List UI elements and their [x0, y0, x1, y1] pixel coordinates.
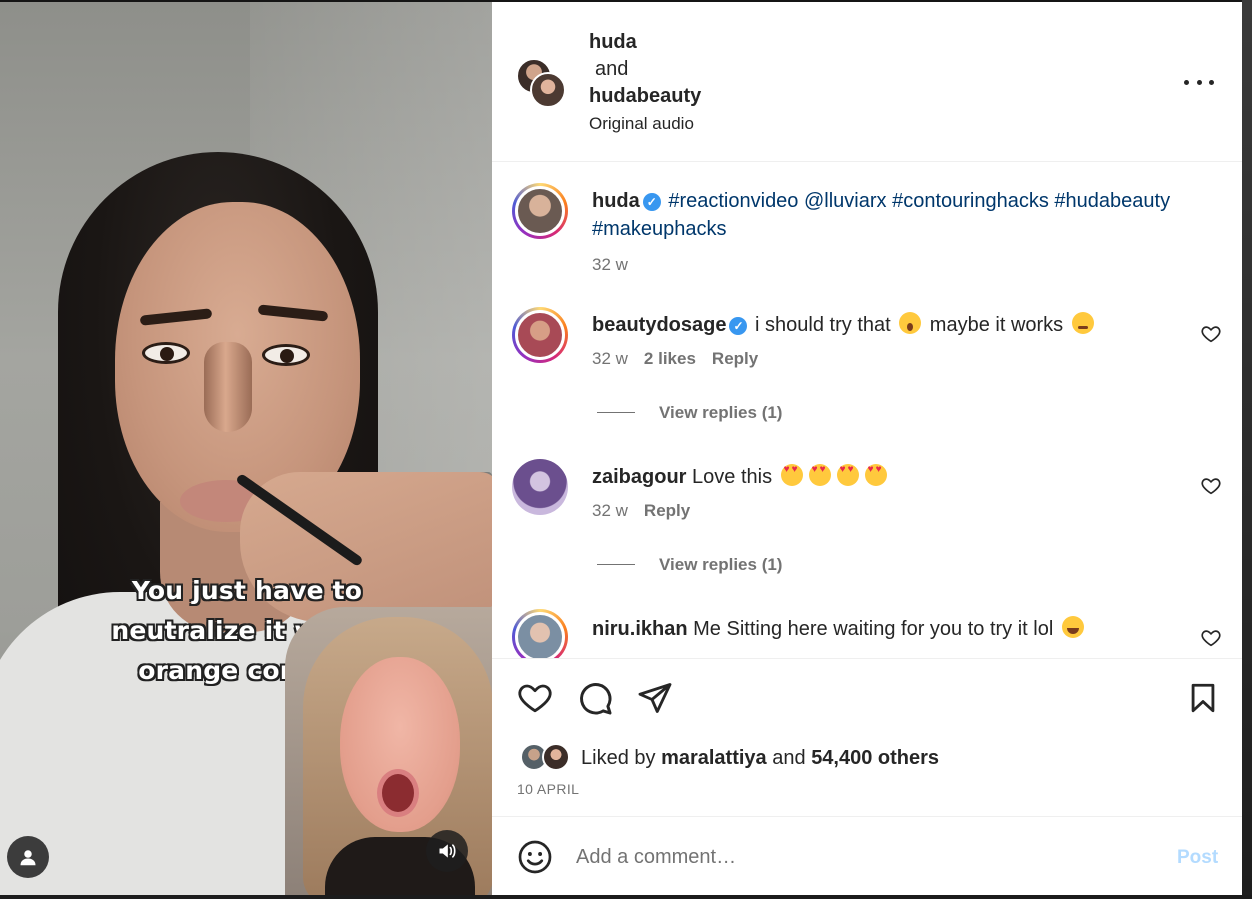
comment-bubble-icon[interactable] [576, 679, 614, 717]
comment-body: Love this [692, 466, 773, 488]
view-replies-label: View replies (1) [659, 403, 783, 422]
liked-by-prefix: Liked by [581, 747, 656, 769]
like-comment-heart-icon[interactable] [1200, 627, 1222, 649]
caption-avatar[interactable] [512, 183, 568, 239]
collab-avatars[interactable] [516, 58, 568, 110]
comment-text: beautydosage ✓ i should try that maybe it… [592, 311, 1182, 339]
video-subject-eye [262, 344, 310, 366]
post-comment-button[interactable]: Post [1177, 847, 1218, 869]
comment-body: maybe it works [929, 314, 1064, 336]
comment-text: zaibagour Love this [592, 463, 1182, 491]
comment-body: i should try that [755, 314, 891, 336]
liked-by-avatars[interactable] [520, 743, 572, 773]
liked-by-text: Liked by maralattiya and 54,400 others [581, 747, 939, 770]
comment-time[interactable]: 32 w [592, 501, 628, 520]
comment-meta: 32 w 2 likes Reply [592, 349, 774, 369]
heart-eyes-emoji-icon [780, 464, 803, 486]
comment-text: niru.ikhan Me Sitting here waiting for y… [592, 615, 1182, 643]
comment-body: Me Sitting here waiting for you to try i… [693, 618, 1054, 640]
likes-count-link[interactable]: 54,400 others [811, 747, 939, 769]
comment-username[interactable]: beautydosage [592, 314, 726, 336]
like-comment-heart-icon[interactable] [1200, 323, 1222, 345]
caption-meta: 32 w [592, 255, 644, 275]
video-subject-nose [204, 342, 252, 432]
thinking-emoji-icon [1071, 312, 1094, 334]
divider [597, 412, 635, 413]
save-bookmark-icon[interactable] [1184, 679, 1222, 717]
comment-time[interactable]: 32 w [592, 349, 628, 368]
caption-hashtags[interactable]: #reactionvideo @lluviarx #contouringhack… [592, 190, 1170, 240]
reply-button[interactable]: Reply [644, 501, 690, 520]
header-and-text: and [595, 58, 629, 80]
heart-eyes-emoji-icon [808, 464, 831, 486]
verified-badge-icon: ✓ [642, 193, 661, 211]
comment-avatar[interactable] [512, 307, 568, 363]
header-username-link[interactable]: huda [589, 29, 637, 56]
laughing-emoji-icon [1061, 616, 1084, 638]
view-replies-button[interactable]: View replies (1) [597, 555, 782, 575]
comment-avatar[interactable] [512, 609, 568, 658]
audio-toggle-button[interactable] [426, 830, 468, 872]
speaker-icon [439, 844, 456, 858]
emoji-picker-icon[interactable] [517, 839, 553, 875]
backdrop-right [1242, 0, 1252, 899]
like-heart-icon[interactable] [516, 679, 554, 717]
verified-badge-icon: ✓ [729, 317, 748, 335]
video-subject-eye [142, 342, 190, 364]
more-options-icon[interactable] [1184, 70, 1214, 94]
post-details-panel: huda and hudabeauty Original audio huda ✓… [492, 2, 1242, 895]
post-header: huda and hudabeauty Original audio [492, 2, 1242, 162]
reel-video[interactable]: You just have to neutralize it with a or… [0, 2, 492, 895]
instagram-post-modal: You just have to neutralize it with a or… [0, 0, 1252, 899]
comments-list[interactable]: huda ✓ #reactionvideo @lluviarx #contouri… [492, 163, 1242, 658]
comment-avatar[interactable] [512, 459, 568, 515]
heart-eyes-emoji-icon [864, 464, 887, 486]
share-send-icon[interactable] [636, 679, 674, 717]
header-username-link[interactable]: hudabeauty [589, 83, 701, 110]
view-replies-label: View replies (1) [659, 555, 783, 574]
caption-username[interactable]: huda [592, 190, 640, 212]
post-actions: Liked by maralattiya and 54,400 others 1… [492, 658, 1242, 816]
wow-emoji-icon [899, 312, 922, 334]
reaction-mouth [377, 769, 419, 817]
caption-text: huda ✓ #reactionvideo @lluviarx #contouri… [592, 187, 1182, 243]
reply-button[interactable]: Reply [712, 349, 758, 368]
liked-by-user-link[interactable]: maralattiya [661, 747, 767, 769]
comment-input[interactable] [576, 841, 1156, 873]
comment-likes[interactable]: 2 likes [644, 349, 696, 368]
backdrop-bottom [0, 895, 1252, 899]
comment-username[interactable]: zaibagour [592, 466, 686, 488]
add-comment-bar: Post [492, 816, 1242, 895]
avatar [542, 743, 570, 771]
user-icon [20, 850, 36, 866]
divider [597, 564, 635, 565]
post-date[interactable]: 10 APRIL [517, 781, 579, 797]
like-comment-heart-icon[interactable] [1200, 475, 1222, 497]
comment-username[interactable]: niru.ikhan [592, 618, 688, 640]
caption-time[interactable]: 32 w [592, 255, 628, 274]
audio-link[interactable]: Original audio [589, 114, 694, 134]
heart-eyes-emoji-icon [836, 464, 859, 486]
avatar [530, 72, 566, 108]
view-replies-button[interactable]: View replies (1) [597, 403, 782, 423]
tagged-users-button[interactable] [7, 836, 49, 878]
comment-meta: 32 w Reply [592, 501, 706, 521]
video-caption-line: You just have to [131, 576, 363, 605]
liked-by-and: and [772, 747, 806, 769]
